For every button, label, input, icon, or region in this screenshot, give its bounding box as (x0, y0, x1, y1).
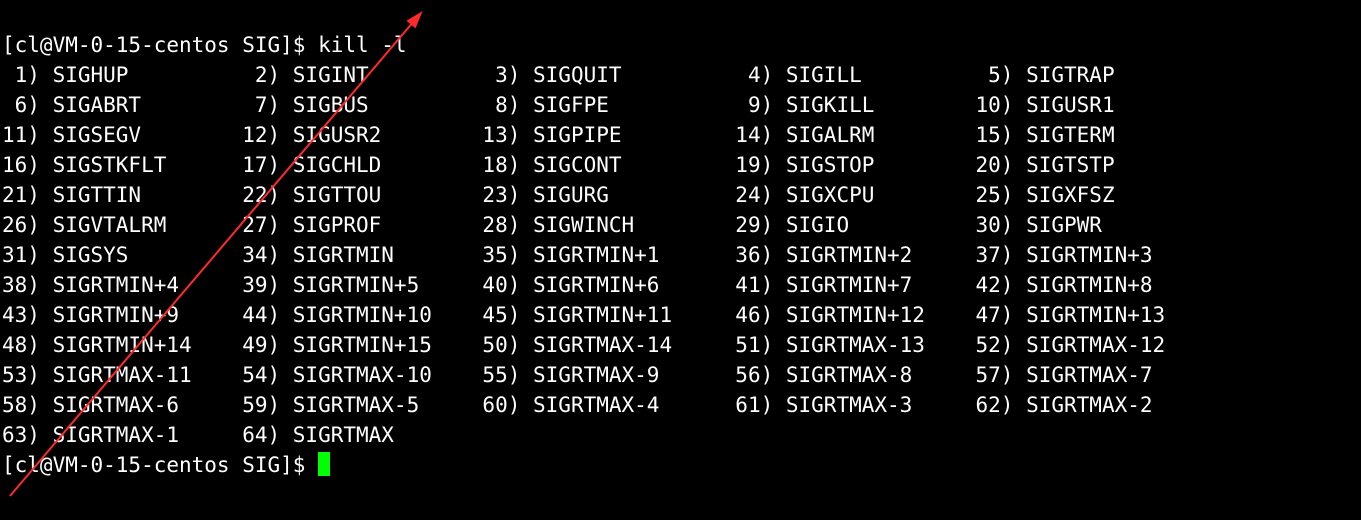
prompt-line-1: [cl@VM-0-15-centos SIG]$ kill -l (2, 33, 407, 57)
prompt-line-2: [cl@VM-0-15-centos SIG]$ (2, 453, 330, 477)
terminal[interactable]: [cl@VM-0-15-centos SIG]$ kill -l 1) SIGH… (0, 0, 1361, 520)
prompt-1: [cl@VM-0-15-centos SIG]$ (2, 33, 318, 57)
prompt-2: [cl@VM-0-15-centos SIG]$ (2, 453, 318, 477)
signal-list: 1) SIGHUP 2) SIGINT 3) SIGQUIT 4) SIGILL… (2, 60, 1359, 450)
cursor-block (318, 452, 330, 476)
command-text: kill -l (318, 33, 407, 57)
